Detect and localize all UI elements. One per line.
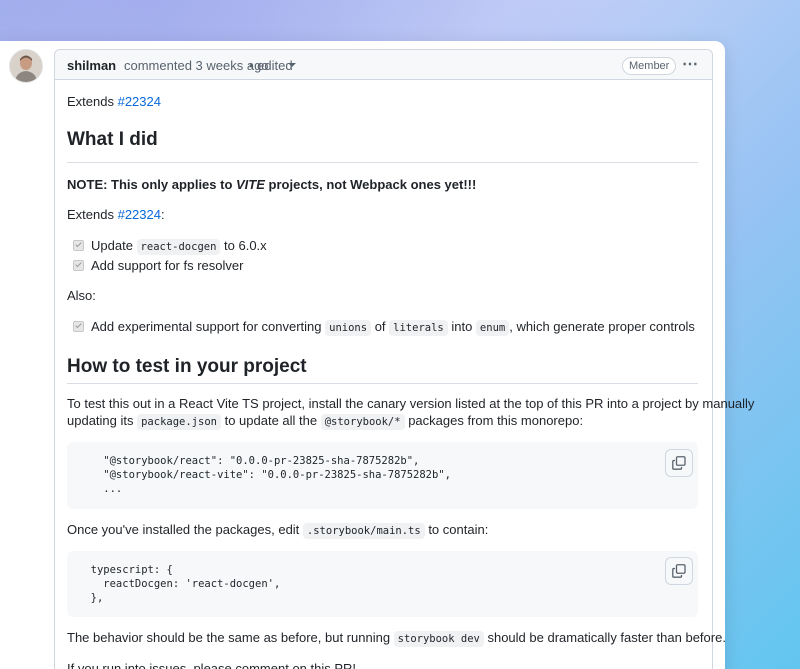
note-paragraph: NOTE: This only applies to VITE projects… [67, 176, 476, 194]
inline-code: enum [475, 320, 510, 336]
comment-timestamp[interactable]: commented 3 weeks ago [124, 58, 269, 73]
comment-author[interactable]: shilman [67, 58, 116, 73]
task-text: Add support for fs resolver [91, 258, 244, 273]
test-paragraph-line2: updating its package.json to update all … [67, 412, 583, 431]
copy-icon [672, 564, 686, 578]
issue-link[interactable]: #22324 [118, 94, 161, 109]
chevron-down-icon[interactable] [288, 63, 296, 67]
issue-link[interactable]: #22324 [118, 207, 161, 222]
task-text: Add experimental support for converting [91, 319, 326, 334]
edited-label[interactable]: • edited [249, 58, 293, 73]
note-text: NOTE: This only applies to [67, 177, 237, 192]
heading-what-i-did: What I did [67, 129, 158, 150]
behavior-text-end: should be dramatically faster than befor… [483, 630, 726, 645]
inline-code: package.json [137, 414, 221, 430]
task-text: of [371, 319, 390, 334]
checkbox-checked-icon[interactable] [73, 321, 84, 332]
heading-divider [67, 383, 698, 384]
test-text: updating its [67, 413, 138, 428]
avatar-image [10, 50, 42, 82]
kebab-horizontal-icon[interactable]: ⋯ [682, 54, 698, 74]
copy-icon [672, 456, 686, 470]
inline-code: storybook dev [393, 631, 484, 647]
task-text: into [447, 319, 476, 334]
installed-paragraph: Once you've installed the packages, edit… [67, 521, 488, 540]
intro-paragraph: Extends #22324 [67, 93, 161, 111]
code-block: typescript: { reactDocgen: 'react-docgen… [67, 551, 698, 617]
comment-box: shilman commented 3 weeks ago • edited M… [54, 49, 754, 669]
extends-colon: : [160, 207, 165, 222]
checkbox-checked-icon[interactable] [73, 260, 84, 271]
note-emphasis: VITE [236, 177, 265, 192]
behavior-paragraph: The behavior should be the same as befor… [67, 629, 726, 648]
also-paragraph: Also: [67, 288, 96, 303]
copy-button[interactable] [665, 557, 693, 585]
inline-code: @storybook/* [320, 414, 405, 430]
installed-text-end: to contain: [424, 522, 489, 537]
task-item: Add experimental support for converting … [73, 318, 695, 337]
issues-paragraph: If you run into issues, please comment o… [67, 661, 357, 669]
inline-code: unions [325, 320, 372, 336]
task-text: Update [91, 238, 137, 253]
test-text: packages from this monorepo: [404, 413, 584, 428]
behavior-text: The behavior should be the same as befor… [67, 630, 394, 645]
installed-text: Once you've installed the packages, edit [67, 522, 303, 537]
comment-card: shilman commented 3 weeks ago • edited M… [0, 41, 754, 669]
extends-text: Extends [67, 207, 118, 222]
member-badge: Member [622, 57, 677, 75]
extends-paragraph: Extends #22324: [67, 206, 165, 224]
code-block-content: typescript: { reactDocgen: 'react-docgen… [90, 564, 281, 604]
code-block: "@storybook/react": "0.0.0-pr-23825-sha-… [67, 442, 698, 509]
heading-divider [67, 162, 698, 163]
inline-code: literals [389, 320, 448, 336]
comment-header: shilman commented 3 weeks ago • edited M… [55, 50, 712, 80]
avatar[interactable] [9, 49, 43, 83]
task-item: Update react-docgen to 6.0.x [73, 237, 267, 256]
checkbox-checked-icon[interactable] [73, 240, 84, 251]
test-text: to update all the [220, 413, 321, 428]
copy-button[interactable] [665, 449, 693, 477]
intro-text: Extends [67, 94, 118, 109]
code-block-content: "@storybook/react": "0.0.0-pr-23825-sha-… [103, 455, 451, 495]
task-text-end: to 6.0.x [220, 238, 267, 253]
note-text-end: projects, not Webpack ones yet!!! [264, 177, 477, 192]
inline-code: .storybook/main.ts [302, 523, 425, 539]
inline-code: react-docgen [136, 239, 221, 255]
heading-how-to-test: How to test in your project [67, 356, 307, 377]
task-item: Add support for fs resolver [73, 257, 243, 275]
task-text: , which generate proper controls [509, 319, 695, 334]
test-paragraph-line1: To test this out in a React Vite TS proj… [67, 396, 755, 411]
